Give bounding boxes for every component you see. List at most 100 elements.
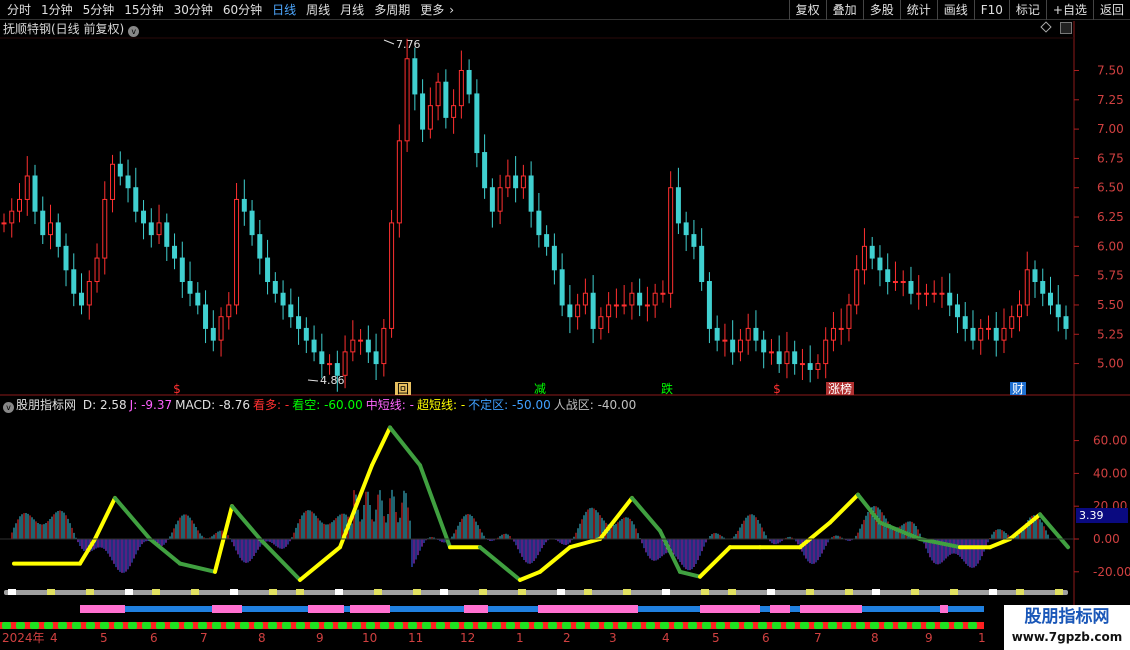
event-marker: 减 bbox=[534, 382, 546, 396]
candle-body bbox=[396, 140, 402, 224]
date-label: 2024年 bbox=[2, 631, 45, 645]
candle-body bbox=[978, 327, 984, 341]
candle-body bbox=[474, 93, 480, 154]
oscillator-segment bbox=[388, 425, 422, 468]
status-segment-pink bbox=[212, 605, 242, 613]
status-marker bbox=[662, 589, 670, 595]
candle-body bbox=[838, 327, 844, 330]
indicator-name[interactable]: 股朋指标网 bbox=[16, 398, 76, 412]
status-marker bbox=[701, 589, 709, 595]
candle-body bbox=[799, 363, 805, 366]
oscillator-segment bbox=[298, 545, 342, 582]
candle-body bbox=[722, 339, 728, 342]
oscillator-segment bbox=[698, 545, 732, 579]
legend-item: J: -9.37 bbox=[129, 398, 173, 412]
candle-body bbox=[1047, 292, 1053, 306]
candle-body bbox=[280, 292, 286, 306]
status-dot-green bbox=[926, 622, 935, 629]
candle-body bbox=[226, 304, 232, 318]
status-bar-gray bbox=[4, 590, 1068, 595]
status-dot-green bbox=[898, 622, 907, 629]
candle-body bbox=[567, 304, 573, 318]
status-dot-green bbox=[100, 622, 109, 629]
oscillator-segment bbox=[230, 504, 262, 541]
date-label: 3 bbox=[609, 631, 617, 645]
status-dot-green bbox=[408, 622, 417, 629]
status-marker bbox=[806, 589, 814, 595]
status-dot-green bbox=[436, 622, 445, 629]
candle-body bbox=[606, 304, 612, 318]
status-marker bbox=[440, 589, 448, 595]
date-label: 12 bbox=[460, 631, 476, 645]
candle-body bbox=[652, 292, 658, 306]
legend-item: MACD: -8.76 bbox=[175, 398, 251, 412]
status-segment-pink bbox=[940, 605, 948, 613]
price-tick-label: 5.25 bbox=[1097, 327, 1124, 341]
candle-body bbox=[807, 363, 813, 370]
ind-tick-label: 40.00 bbox=[1093, 466, 1127, 480]
watermark-url: www.7gpzb.com bbox=[1011, 630, 1123, 644]
stock-chart-canvas[interactable]: 7.50 7.25 7.00 6.75 6.50 6.25 6.00 5.75 5.50 5.25… bbox=[0, 0, 1130, 650]
candle-body bbox=[195, 292, 201, 306]
candle-body bbox=[110, 163, 116, 200]
date-label: 9 bbox=[925, 631, 933, 645]
candle-body bbox=[24, 175, 30, 200]
legend-item: 不定区: -50.00 bbox=[468, 398, 551, 412]
candle-body bbox=[768, 351, 774, 354]
candle-body bbox=[404, 58, 410, 142]
date-label: 7 bbox=[814, 631, 822, 645]
candle-body bbox=[528, 175, 534, 212]
candle-body bbox=[443, 81, 449, 118]
status-dot-green bbox=[492, 622, 501, 629]
oscillator-segment bbox=[856, 492, 882, 525]
legend-item: 超短线: - bbox=[416, 398, 466, 412]
candle-body bbox=[40, 210, 46, 236]
candle-body bbox=[660, 292, 666, 295]
price-tick-label: 7.50 bbox=[1097, 63, 1124, 77]
date-label: 8 bbox=[871, 631, 879, 645]
candle-body bbox=[505, 175, 511, 189]
event-marker: $ bbox=[173, 382, 181, 396]
oscillator-segment bbox=[370, 425, 392, 468]
status-dot-green bbox=[114, 622, 123, 629]
candle-body bbox=[923, 292, 929, 295]
candle-body bbox=[706, 281, 712, 329]
candle-body bbox=[156, 222, 162, 236]
candle-body bbox=[435, 81, 441, 107]
price-tick-label: 5.50 bbox=[1097, 298, 1124, 312]
candle-body bbox=[86, 281, 92, 306]
price-tick-label: 6.00 bbox=[1097, 239, 1124, 253]
status-segment-pink bbox=[770, 605, 790, 613]
candle-body bbox=[1032, 269, 1038, 283]
status-dot-green bbox=[842, 622, 851, 629]
status-dot-green bbox=[632, 622, 641, 629]
candle-body bbox=[745, 327, 751, 341]
status-dot-green bbox=[156, 622, 165, 629]
oscillator-segment bbox=[538, 545, 572, 574]
status-marker bbox=[1055, 589, 1063, 595]
status-dot-green bbox=[212, 622, 221, 629]
status-dot-green bbox=[674, 622, 683, 629]
candle-body bbox=[141, 210, 147, 224]
status-segment-pink bbox=[800, 605, 862, 613]
candle-body bbox=[420, 93, 426, 130]
candle-body bbox=[947, 292, 953, 306]
status-marker bbox=[728, 589, 736, 595]
candle-body bbox=[311, 339, 317, 353]
candle-body bbox=[776, 351, 782, 365]
status-dot-green bbox=[814, 622, 823, 629]
date-label: 6 bbox=[150, 631, 158, 645]
indicator-dropdown-icon[interactable]: v bbox=[3, 402, 14, 413]
status-dot-green bbox=[870, 622, 879, 629]
candle-body bbox=[497, 187, 503, 212]
status-dot-green bbox=[324, 622, 333, 629]
candle-body bbox=[970, 327, 976, 341]
status-marker bbox=[767, 589, 775, 595]
candle-body bbox=[125, 175, 131, 189]
candle-body bbox=[265, 257, 271, 283]
status-dot-green bbox=[520, 622, 529, 629]
status-dot-green bbox=[282, 622, 291, 629]
status-segment-pink bbox=[80, 605, 125, 613]
candle-body bbox=[187, 281, 193, 294]
oscillator-segment bbox=[828, 492, 860, 525]
